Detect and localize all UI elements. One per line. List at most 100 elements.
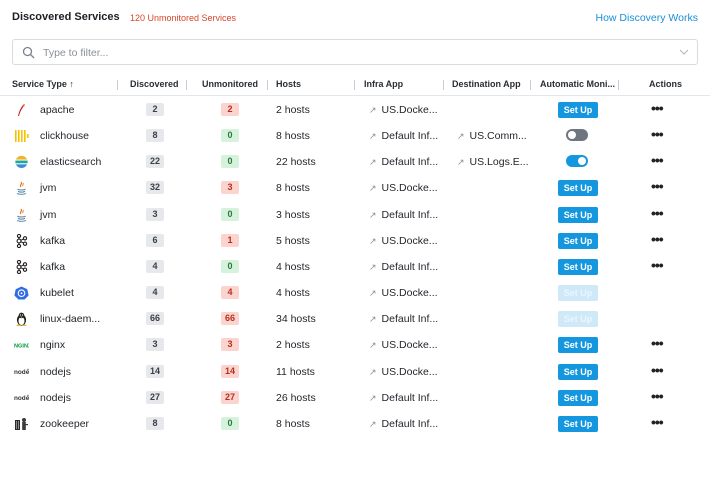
hosts-count[interactable]: 5 hosts (276, 235, 310, 247)
infra-app-link[interactable]: ↗ Default Inf... (369, 392, 438, 404)
table-row[interactable]: zookeeper 8 0 8 hosts ↗ Default Inf... Set Up •… (0, 411, 710, 437)
service-name[interactable]: nodejs (40, 392, 71, 404)
table-row[interactable]: jvm 3 0 3 hosts ↗ Default Inf... Set Up ••• (0, 202, 710, 228)
setup-button[interactable]: Set Up (558, 232, 598, 249)
hosts-count[interactable]: 11 hosts (276, 366, 315, 378)
more-actions-icon[interactable]: ••• (651, 231, 664, 247)
hosts-count[interactable]: 8 hosts (276, 182, 310, 194)
more-actions-icon[interactable]: ••• (651, 257, 664, 273)
destination-app-link[interactable]: ↗ US.Comm... (457, 130, 527, 142)
table-row[interactable]: NGINX nginx 3 3 2 hosts ↗ US.Docke... Set Up ••• (0, 332, 710, 358)
table-row[interactable]: linux-daem... 66 66 34 hosts ↗ Default Inf...… (0, 306, 710, 332)
column-destination-app[interactable]: Destination App (452, 79, 521, 89)
setup-button-disabled: Set Up (558, 285, 598, 302)
infra-app-link[interactable]: ↗ US.Docke... (369, 366, 438, 378)
table-row[interactable]: kafka 4 0 4 hosts ↗ Default Inf... Set Up ••• (0, 254, 710, 280)
service-name[interactable]: linux-daem... (40, 313, 100, 325)
infra-app-link[interactable]: ↗ US.Docke... (369, 235, 438, 247)
discovered-count-badge: 8 (146, 129, 164, 143)
service-name[interactable]: kafka (40, 261, 65, 273)
hosts-count[interactable]: 4 hosts (276, 287, 310, 299)
more-actions-icon[interactable]: ••• (651, 100, 664, 116)
column-infra-app[interactable]: Infra App (364, 79, 403, 89)
hosts-count[interactable]: 2 hosts (276, 339, 310, 351)
service-name[interactable]: jvm (40, 209, 56, 221)
column-automatic-monitoring[interactable]: Automatic Moni... (540, 79, 615, 89)
more-actions-icon[interactable]: ••• (651, 152, 664, 168)
service-name[interactable]: zookeeper (40, 418, 89, 430)
unmonitored-services-link[interactable]: 120 Unmonitored Services (130, 13, 236, 23)
service-name[interactable]: nodejs (40, 366, 71, 378)
hosts-count[interactable]: 22 hosts (276, 156, 316, 168)
filter-box[interactable] (12, 39, 698, 65)
chevron-down-icon[interactable] (679, 48, 689, 56)
hosts-count[interactable]: 4 hosts (276, 261, 310, 273)
setup-button[interactable]: Set Up (558, 363, 598, 380)
setup-button[interactable]: Set Up (558, 415, 598, 432)
infra-app-link[interactable]: ↗ Default Inf... (369, 209, 438, 221)
more-actions-icon[interactable]: ••• (651, 205, 664, 221)
table-header: Service Type ↑ Discovered Unmonitored Ho… (0, 74, 710, 96)
column-divider (186, 80, 187, 90)
more-actions-icon[interactable]: ••• (651, 388, 664, 404)
toggle-knob (568, 131, 576, 140)
setup-button[interactable]: Set Up (558, 206, 598, 223)
setup-button[interactable]: Set Up (558, 180, 598, 197)
external-link-arrow-icon: ↗ (369, 340, 377, 351)
hosts-count[interactable]: 3 hosts (276, 209, 310, 221)
table-row[interactable]: node nodejs 14 14 11 hosts ↗ US.Docke... Set Up… (0, 359, 710, 385)
infra-app-link[interactable]: ↗ US.Docke... (369, 339, 438, 351)
filter-input[interactable] (43, 44, 643, 61)
more-actions-icon[interactable]: ••• (651, 335, 664, 351)
discovered-count-badge: 22 (146, 155, 165, 169)
service-name[interactable]: apache (40, 104, 74, 116)
table-row[interactable]: clickhouse 8 0 8 hosts ↗ Default Inf... ↗ US.Co… (0, 123, 710, 149)
unmonitored-count-badge: 0 (221, 129, 239, 143)
infra-app-link[interactable]: ↗ Default Inf... (369, 156, 438, 168)
setup-button[interactable]: Set Up (558, 337, 598, 354)
infra-app-link[interactable]: ↗ US.Docke... (369, 287, 438, 299)
destination-app-link[interactable]: ↗ US.Logs.E... (457, 156, 529, 168)
table-row[interactable]: elasticsearch 22 0 22 hosts ↗ Default Inf... ↗… (0, 149, 710, 175)
more-actions-icon[interactable]: ••• (651, 362, 664, 378)
more-actions-icon[interactable]: ••• (651, 126, 664, 142)
service-name[interactable]: clickhouse (40, 130, 89, 142)
more-actions-icon[interactable]: ••• (651, 414, 664, 430)
service-name[interactable]: kafka (40, 235, 65, 247)
hosts-count[interactable]: 2 hosts (276, 104, 310, 116)
auto-monitoring-toggle[interactable] (566, 129, 588, 142)
table-row[interactable]: kubelet 4 4 4 hosts ↗ US.Docke... Set Up (0, 280, 710, 306)
setup-button[interactable]: Set Up (558, 258, 598, 275)
table-row[interactable]: jvm 32 3 8 hosts ↗ US.Docke... Set Up ••• (0, 175, 710, 201)
table-row[interactable]: kafka 6 1 5 hosts ↗ US.Docke... Set Up ••• (0, 228, 710, 254)
hosts-count[interactable]: 26 hosts (276, 392, 316, 404)
hosts-count[interactable]: 8 hosts (276, 418, 310, 430)
table-row[interactable]: apache 2 2 2 hosts ↗ US.Docke... Set Up ••• (0, 97, 710, 123)
hosts-count[interactable]: 8 hosts (276, 130, 310, 142)
auto-monitoring-toggle[interactable] (566, 155, 588, 168)
table-row[interactable]: node nodejs 27 27 26 hosts ↗ Default Inf... Set… (0, 385, 710, 411)
setup-button[interactable]: Set Up (558, 102, 598, 118)
infra-app-link[interactable]: ↗ Default Inf... (369, 418, 438, 430)
infra-app-link[interactable]: ↗ Default Inf... (369, 261, 438, 273)
infra-app-link[interactable]: ↗ Default Inf... (369, 130, 438, 142)
more-actions-icon[interactable]: ••• (651, 178, 664, 194)
column-service-type[interactable]: Service Type ↑ (12, 79, 74, 89)
column-discovered[interactable]: Discovered (130, 79, 179, 89)
how-discovery-works-link[interactable]: How Discovery Works (596, 12, 699, 24)
discovered-count-badge: 3 (146, 338, 164, 352)
setup-button[interactable]: Set Up (558, 389, 598, 406)
service-name[interactable]: jvm (40, 182, 56, 194)
column-unmonitored[interactable]: Unmonitored (202, 79, 258, 89)
column-hosts[interactable]: Hosts (276, 79, 301, 89)
service-name[interactable]: elasticsearch (40, 156, 101, 168)
hosts-count[interactable]: 34 hosts (276, 313, 316, 325)
infra-app-link[interactable]: ↗ US.Docke... (369, 104, 438, 116)
unmonitored-count-badge: 0 (221, 207, 239, 221)
service-name[interactable]: nginx (40, 339, 65, 351)
service-name[interactable]: kubelet (40, 287, 74, 299)
infra-app-link[interactable]: ↗ Default Inf... (369, 313, 438, 325)
infra-app-link[interactable]: ↗ US.Docke... (369, 182, 438, 194)
unmonitored-count-badge: 3 (221, 338, 239, 352)
unmonitored-count-badge: 14 (221, 364, 240, 378)
